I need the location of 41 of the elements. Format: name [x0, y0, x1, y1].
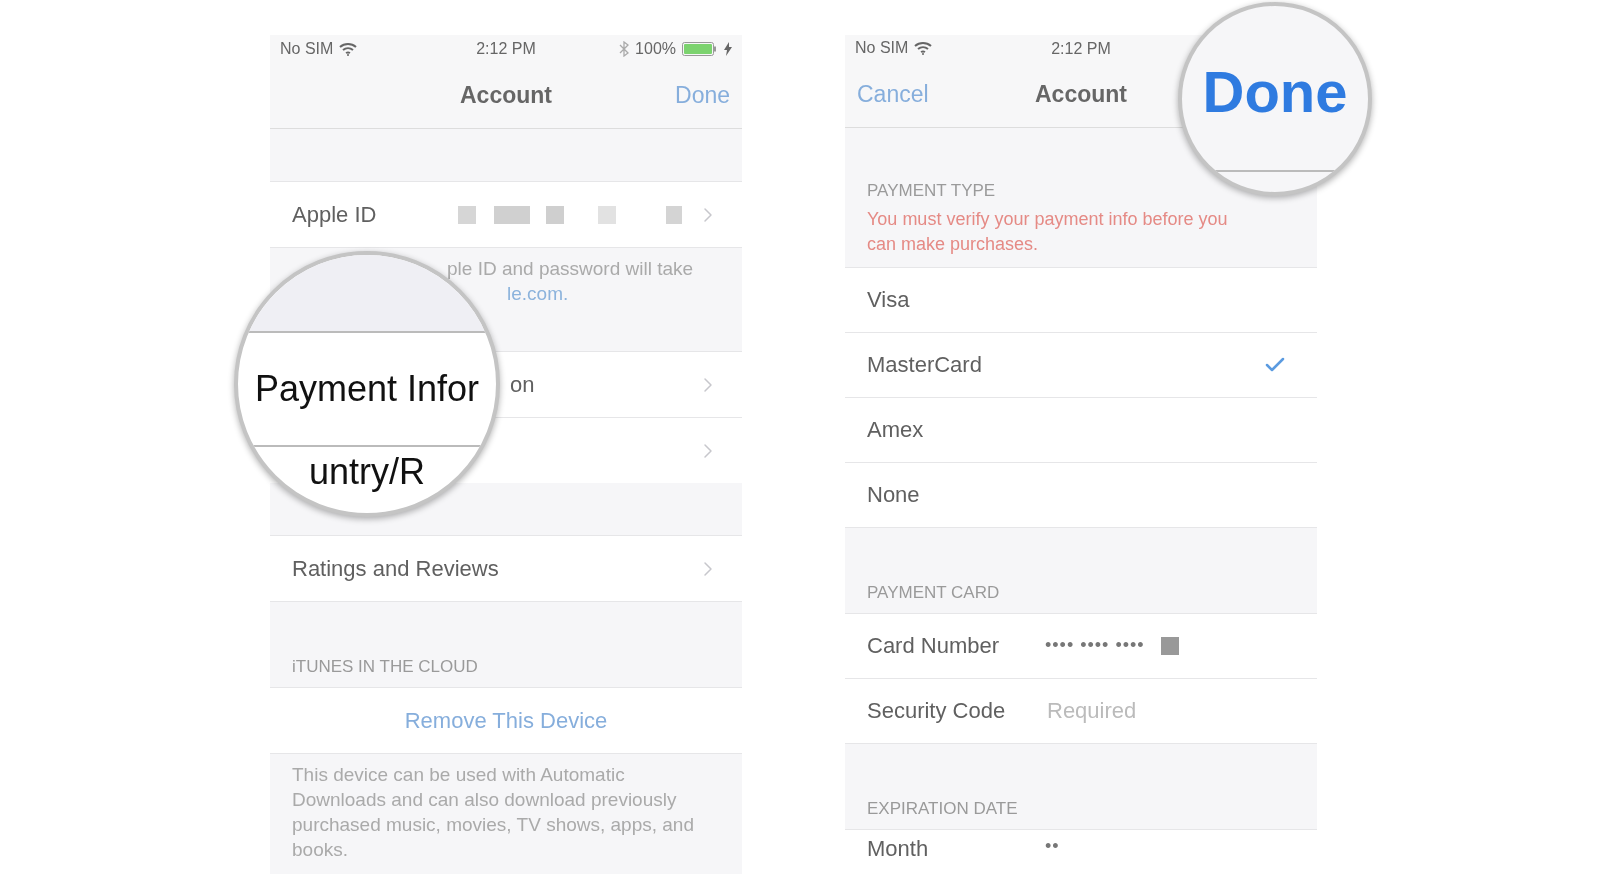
section-header: PAYMENT TYPE — [867, 180, 997, 201]
section-header: iTUNES IN THE CLOUD — [292, 657, 479, 677]
row-label: Apple ID — [292, 201, 377, 228]
time-text: 2:12 PM — [476, 40, 536, 58]
field-label: Card Number — [867, 632, 1001, 659]
field-value[interactable]: •••• •••• •••• — [1045, 635, 1145, 657]
settings-row[interactable]: Ratings and Reviews — [270, 535, 742, 601]
section-header: EXPIRATION DATE — [867, 798, 1019, 819]
option-label: Amex — [867, 416, 925, 443]
payment-option[interactable]: Visa — [845, 266, 1317, 332]
wifi-icon — [339, 41, 358, 56]
section-header: PAYMENT CARD — [867, 582, 1001, 603]
warning-text: You must verify your payment info before you can make purchases. — [867, 207, 1229, 256]
carrier-text: No SIM — [855, 39, 909, 58]
payment-option[interactable]: MasterCard — [845, 331, 1317, 397]
nav-title: Account — [460, 81, 552, 109]
magnified-text: untry/R — [308, 451, 425, 493]
footer-text: ple ID and password will take — [447, 257, 695, 281]
magnified-text: Payment Infor — [254, 368, 480, 410]
option-label: MasterCard — [867, 351, 983, 378]
payment-option[interactable]: Amex — [845, 396, 1317, 462]
payment-option[interactable]: None — [845, 461, 1317, 527]
bluetooth-icon — [619, 40, 630, 57]
security-code-field[interactable]: Required — [1045, 696, 1249, 725]
nav-title: Account — [1035, 80, 1127, 108]
field-label: Security Code — [867, 697, 1007, 724]
row-label: on — [510, 371, 535, 398]
field-value[interactable]: •• — [1045, 835, 1060, 857]
settings-row[interactable]: Apple ID — [270, 181, 742, 247]
section-note: This device can be used with Automatic Downloads and can also download previously purchased music, movies, TV shows, apps, and books. — [270, 753, 742, 870]
field-label: Month — [867, 835, 930, 862]
row-label: Ratings and Reviews — [292, 555, 499, 582]
battery-percent: 100% — [635, 39, 676, 58]
time-text: 2:12 PM — [1051, 40, 1111, 58]
option-label: Visa — [867, 286, 911, 313]
remove-device-button[interactable]: Remove This Device — [270, 687, 742, 753]
option-label: None — [867, 481, 921, 508]
carrier-text: No SIM — [280, 39, 334, 58]
magnified-done-button[interactable]: Done — [1202, 58, 1348, 125]
wifi-icon — [914, 41, 933, 56]
battery-icon — [682, 41, 718, 56]
